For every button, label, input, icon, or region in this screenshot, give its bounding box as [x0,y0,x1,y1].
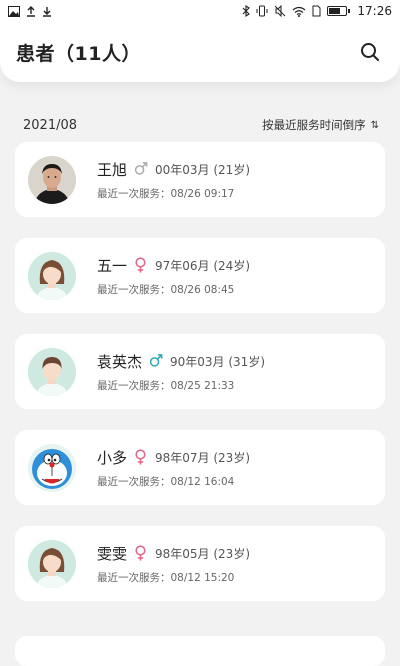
bluetooth-icon [243,5,251,17]
patient-card[interactable]: 小多 98年07月 (23岁) 最近一次服务：08/12 16:04 [15,430,385,505]
patient-card[interactable]: 五一 97年06月 (24岁) 最近一次服务：08/26 08:45 [15,238,385,313]
patient-info: 王旭 00年03月 (21岁) 最近一次服务：08/26 09:17 [97,158,250,201]
patient-header: 雯雯 98年05月 (23岁) [97,542,250,564]
avatar [28,251,76,300]
patient-header: 王旭 00年03月 (21岁) [97,158,250,180]
last-service: 最近一次服务：08/26 09:17 [97,188,235,200]
search-icon [361,43,379,61]
last-service: 最近一次服务：08/12 16:04 [97,476,235,488]
upload-icon [27,5,35,17]
vibrate-icon [256,5,268,17]
wifi-icon [292,6,306,17]
patient-info: 小多 98年07月 (23岁) 最近一次服务：08/12 16:04 [97,446,250,489]
patient-header: 五一 97年06月 (24岁) [97,254,250,276]
status-bar: 17:26 [0,0,400,22]
sim-icon [312,5,321,17]
patient-info: 袁英杰 90年03月 (31岁) 最近一次服务：08/25 21:33 [97,350,265,393]
avatar [28,155,76,204]
patient-name: 小多 [97,448,128,467]
female-icon [134,449,148,465]
patient-name: 王旭 [97,160,128,179]
search-button[interactable] [356,38,384,66]
download-icon [43,6,51,17]
patient-name: 袁英杰 [97,352,143,371]
patient-card[interactable]: 袁英杰 90年03月 (31岁) 最近一次服务：08/25 21:33 [15,334,385,409]
last-service: 最近一次服务：08/26 08:45 [97,284,235,296]
avatar [28,539,76,588]
avatar [28,347,76,396]
page-title: 患者（11人） [16,42,141,65]
patient-header: 袁英杰 90年03月 (31岁) [97,350,265,372]
patient-card[interactable]: 雯雯 98年05月 (23岁) 最近一次服务：08/12 15:20 [15,526,385,601]
patient-info: 雯雯 98年05月 (23岁) 最近一次服务：08/12 15:20 [97,542,250,585]
patient-name: 雯雯 [97,544,128,563]
patient-birth: 98年07月 (23岁) [155,450,251,465]
sort-icon: ⇅ [370,119,379,131]
last-service: 最近一次服务：08/25 21:33 [97,380,235,392]
mute-icon [275,5,286,17]
header: 患者（11人） [0,22,400,82]
patient-header: 小多 98年07月 (23岁) [97,446,250,468]
patient-card[interactable]: 王旭 00年03月 (21岁) 最近一次服务：08/26 09:17 [15,142,385,217]
female-icon [134,257,148,273]
patient-birth: 98年05月 (23岁) [155,546,251,561]
patient-info: 五一 97年06月 (24岁) 最近一次服务：08/26 08:45 [97,254,250,297]
last-service: 最近一次服务：08/12 15:20 [97,572,235,584]
male-icon [149,353,163,369]
patient-list: 王旭 00年03月 (21岁) 最近一次服务：08/26 09:17 五一 97年06月… [0,142,400,601]
image-icon [8,5,20,17]
sort-button[interactable]: 按最近服务时间倒序 ⇅ [262,117,379,133]
sort-label: 按最近服务时间倒序 [262,118,366,132]
status-left [8,5,52,17]
next-card-peek [15,636,385,666]
month-label: 2021/08 [23,117,78,133]
patient-birth: 97年06月 (24岁) [155,258,251,273]
sort-row: 2021/08 按最近服务时间倒序 ⇅ [0,116,400,134]
female-icon [134,545,148,561]
avatar [28,443,76,492]
patient-birth: 00年03月 (21岁) [155,162,251,177]
battery-icon [327,6,351,16]
status-right: 17:26 [242,4,392,18]
patient-birth: 90年03月 (31岁) [170,354,266,369]
patient-name: 五一 [97,256,128,275]
male-icon [134,161,148,177]
clock: 17:26 [357,4,392,18]
